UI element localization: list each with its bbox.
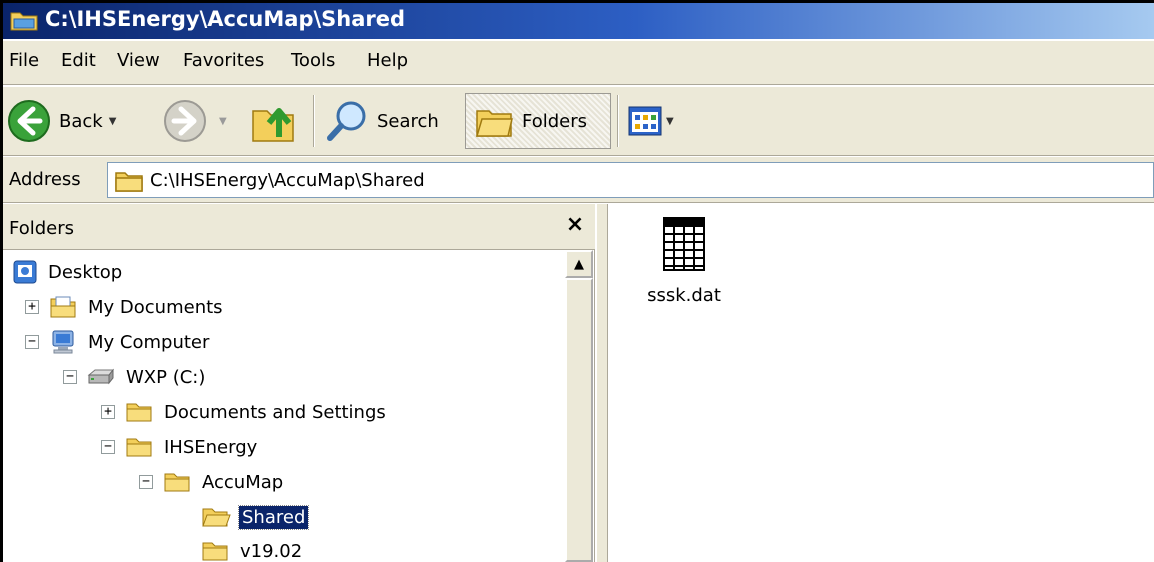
data-file-icon [663,217,705,271]
tree-label: v19.02 [240,540,303,562]
desktop-icon [13,260,37,284]
expand-icon[interactable]: + [25,300,39,314]
folder-icon [202,542,228,561]
tree-label: IHSEnergy [164,436,258,458]
collapse-icon[interactable]: − [101,440,115,454]
menu-favorites[interactable]: Favorites [183,50,264,71]
back-dropdown-icon[interactable]: ▼ [109,116,117,127]
folders-label: Folders [522,110,588,132]
menu-view[interactable]: View [117,50,160,71]
tree-item-shared[interactable]: Shared [201,501,310,533]
menu-edit[interactable]: Edit [61,50,96,71]
tree-label: Documents and Settings [164,401,386,423]
back-label: Back [59,110,103,132]
collapse-icon[interactable]: − [63,370,77,384]
folder-icon [115,172,143,192]
views-icon [628,106,662,136]
folders-scrollbar[interactable]: ▲ [565,250,593,562]
scroll-up-icon[interactable]: ▲ [565,250,593,278]
folders-pane-title: Folders [9,218,75,239]
my-computer-icon [52,330,74,354]
forward-button[interactable]: ▼ [163,93,227,149]
folder-icon [126,438,152,457]
up-folder-icon [252,108,294,142]
tree-label: WXP (C:) [126,366,206,388]
pane-splitter[interactable] [596,204,608,562]
tree-item-my-documents[interactable]: + My Documents [25,291,226,323]
address-bar: Address C:\IHSEnergy\AccuMap\Shared [3,157,1154,203]
tree-item-v19-02[interactable]: v19.02 [201,535,305,562]
collapse-icon[interactable]: − [25,335,39,349]
file-name: sssk.dat [647,285,721,306]
file-item-sssk-dat[interactable]: sssk.dat [629,216,739,306]
views-button[interactable]: ▼ [627,93,674,149]
menu-file[interactable]: File [9,50,39,71]
back-arrow-icon [8,100,50,142]
search-icon [327,101,366,141]
folder-icon [126,403,152,422]
forward-dropdown-icon[interactable]: ▼ [219,116,227,127]
menu-tools[interactable]: Tools [291,50,335,71]
file-list-pane: sssk.dat [609,204,1154,562]
folders-pane-header: Folders × [3,204,595,250]
address-label: Address [9,169,81,190]
open-folder-icon [202,508,231,527]
menu-bar: File Edit View Favorites Tools Help [3,41,1154,85]
tree-item-documents-and-settings[interactable]: + Documents and Settings [101,396,389,428]
tree-item-accumap[interactable]: − AccuMap [139,466,286,498]
tree-label: My Documents [88,296,223,318]
window-title: C:\IHSEnergy\AccuMap\Shared [45,7,406,31]
menu-help[interactable]: Help [367,50,408,71]
toolbar-separator [313,95,315,147]
close-icon[interactable]: × [563,212,587,238]
folder-icon [164,473,190,492]
folder-tree: Desktop + My Documents − My Computer − W… [3,250,563,562]
search-button[interactable]: Search [325,93,439,149]
drive-icon [87,368,115,385]
collapse-icon[interactable]: − [139,475,153,489]
my-documents-icon [50,296,76,318]
tree-label: Desktop [48,261,123,283]
back-button[interactable]: Back ▼ [7,93,116,149]
folders-pane: Folders × Desktop + My Documents − My Co… [3,204,595,562]
folder-window-icon [10,12,38,31]
up-folder-button[interactable] [249,93,297,149]
search-label: Search [377,110,439,132]
folders-button[interactable]: Folders [465,93,611,149]
title-bar[interactable]: C:\IHSEnergy\AccuMap\Shared [3,3,1154,39]
expand-icon[interactable]: + [101,405,115,419]
folders-icon [475,110,513,137]
address-input[interactable]: C:\IHSEnergy\AccuMap\Shared [107,162,1154,198]
tree-label: My Computer [88,331,210,353]
scroll-thumb[interactable] [565,278,593,562]
tree-label-selected: Shared [237,504,310,530]
forward-arrow-icon [164,100,206,142]
tree-item-my-computer[interactable]: − My Computer [25,326,212,358]
address-value: C:\IHSEnergy\AccuMap\Shared [150,170,425,191]
tree-label: AccuMap [202,471,284,493]
views-dropdown-icon[interactable]: ▼ [666,116,674,127]
toolbar-separator [617,95,619,147]
tree-item-drive-c[interactable]: − WXP (C:) [63,361,208,393]
toolbar: Back ▼ ▼ Search Folders ▼ [3,86,1154,156]
tree-item-desktop[interactable]: Desktop [13,256,125,288]
tree-item-ihsenergy[interactable]: − IHSEnergy [101,431,260,463]
